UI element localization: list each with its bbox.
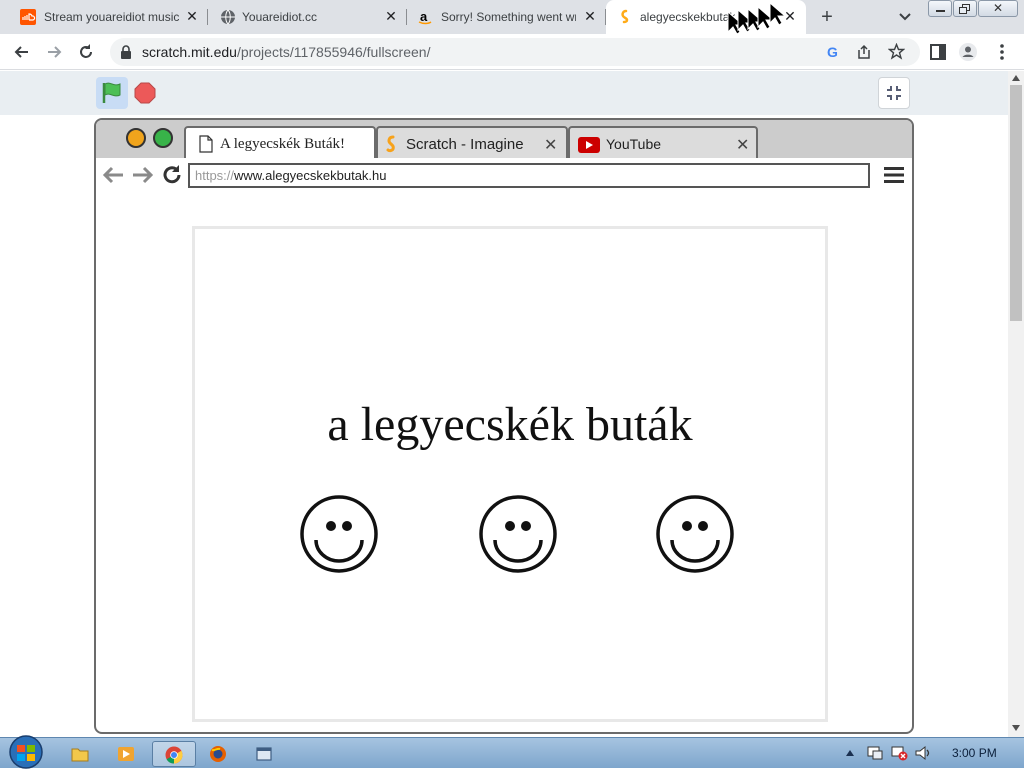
svg-text:a: a bbox=[420, 9, 428, 24]
back-arrow-icon[interactable] bbox=[12, 42, 32, 62]
page-icon bbox=[199, 135, 213, 153]
exit-fullscreen-icon bbox=[887, 86, 901, 100]
window-dot-orange-icon bbox=[126, 128, 146, 148]
fake-tab-scratch[interactable]: Scratch - Imagine ✕ bbox=[376, 126, 568, 160]
scroll-down-icon[interactable] bbox=[1012, 725, 1020, 731]
media-player-icon bbox=[118, 747, 134, 761]
forward-arrow-icon[interactable] bbox=[44, 42, 64, 62]
browser-tab-youareidiot[interactable]: Youareidiot.cc ✕ bbox=[208, 0, 407, 34]
taskbar-firefox[interactable] bbox=[198, 741, 238, 767]
volume-icon[interactable] bbox=[914, 745, 932, 761]
taskbar-clock[interactable]: 3:00 PM bbox=[952, 746, 997, 760]
stage-fake-browser: A legyecskék Buták! Scratch - Imagine ✕ … bbox=[94, 118, 914, 734]
url-text: scratch.mit.edu/projects/117855946/fulls… bbox=[142, 44, 431, 60]
close-tab-icon[interactable]: ✕ bbox=[383, 8, 399, 24]
svg-text:G: G bbox=[827, 44, 838, 60]
green-flag-icon bbox=[102, 82, 121, 103]
reload-icon[interactable] bbox=[76, 42, 96, 62]
back-arrow-icon[interactable] bbox=[102, 166, 124, 184]
scroll-up-icon[interactable] bbox=[1012, 75, 1020, 81]
taskbar-window[interactable] bbox=[244, 741, 284, 767]
taskbar-explorer[interactable] bbox=[60, 741, 100, 767]
restore-window-button[interactable] bbox=[953, 0, 977, 17]
tab-title: Stream youareidiot music bbox=[44, 10, 179, 24]
tab-title: alegyecskekbutak bbox=[640, 10, 735, 24]
browser-toolbar: scratch.mit.edu/projects/117855946/fulls… bbox=[0, 34, 1024, 70]
page-headline: a legyecskék buták bbox=[327, 398, 693, 451]
window-icon bbox=[256, 747, 272, 761]
network-error-icon[interactable] bbox=[890, 745, 908, 761]
soundcloud-icon bbox=[20, 9, 36, 25]
close-tab-icon[interactable]: ✕ bbox=[736, 135, 749, 155]
fake-page-content: a legyecskék buták bbox=[192, 226, 828, 722]
chrome-icon bbox=[165, 746, 183, 764]
address-bar[interactable]: scratch.mit.edu/projects/117855946/fulls… bbox=[110, 38, 920, 66]
forward-arrow-icon[interactable] bbox=[132, 166, 154, 184]
fake-browser-navbar: https://www.alegyecskekbutak.hu bbox=[96, 158, 912, 210]
close-window-button[interactable]: ✕ bbox=[978, 0, 1018, 17]
globe-icon bbox=[221, 9, 235, 25]
fake-address-bar[interactable]: https://www.alegyecskekbutak.hu bbox=[188, 163, 870, 188]
scratch-icon bbox=[621, 9, 629, 24]
smiley-face-icon bbox=[656, 495, 734, 573]
scratch-icon bbox=[386, 135, 395, 153]
youtube-icon bbox=[578, 137, 600, 153]
fake-tab-title: A legyecskék Buták! bbox=[220, 136, 345, 152]
scratch-player-header bbox=[0, 71, 1008, 115]
window-dot-green-icon bbox=[153, 128, 173, 148]
close-tab-icon[interactable]: ✕ bbox=[184, 8, 200, 24]
fake-tab-title: Scratch - Imagine bbox=[406, 136, 524, 153]
tab-title: Youareidiot.cc bbox=[242, 10, 317, 24]
fake-browser-chrome: A legyecskék Buták! Scratch - Imagine ✕ … bbox=[96, 120, 912, 210]
tray-expand-icon[interactable] bbox=[845, 749, 855, 757]
browser-tab-amazon[interactable]: a Sorry! Something went wrong ✕ bbox=[407, 0, 606, 34]
hamburger-menu-icon[interactable] bbox=[884, 166, 904, 184]
new-tab-button[interactable]: + bbox=[816, 6, 838, 28]
green-flag-button[interactable] bbox=[96, 77, 128, 109]
windows-taskbar: 3:00 PM bbox=[0, 734, 1024, 770]
side-panel-icon[interactable] bbox=[928, 42, 948, 62]
browser-tab-scratch-active[interactable]: alegyecskekbutak ✕ bbox=[606, 0, 806, 34]
exit-fullscreen-button[interactable] bbox=[878, 77, 910, 109]
smiley-face-icon bbox=[479, 495, 557, 573]
scrollbar-thumb[interactable] bbox=[1010, 85, 1022, 321]
lock-icon bbox=[121, 45, 131, 59]
action-center-icon[interactable] bbox=[866, 745, 884, 761]
share-icon[interactable] bbox=[856, 44, 872, 60]
google-lens-icon[interactable]: G bbox=[826, 44, 842, 60]
browser-menu-icon[interactable] bbox=[992, 42, 1012, 62]
minimize-window-button[interactable] bbox=[928, 0, 952, 17]
fake-tab-title: YouTube bbox=[606, 136, 662, 152]
folder-icon bbox=[71, 748, 89, 762]
reload-icon[interactable] bbox=[160, 163, 184, 187]
amazon-icon: a bbox=[418, 9, 432, 25]
fake-tab-youtube[interactable]: YouTube ✕ bbox=[568, 126, 758, 160]
tab-search-icon[interactable] bbox=[896, 8, 914, 26]
close-tab-icon[interactable]: ✕ bbox=[582, 8, 598, 24]
close-tab-icon[interactable]: ✕ bbox=[544, 135, 557, 155]
firefox-icon bbox=[210, 746, 226, 762]
stop-icon[interactable] bbox=[134, 82, 156, 104]
bookmark-star-icon[interactable] bbox=[888, 43, 905, 60]
browser-tab-soundcloud[interactable]: Stream youareidiot music ✕ bbox=[0, 0, 208, 34]
tab-title: Sorry! Something went wrong bbox=[441, 10, 576, 24]
cursor-trail-icon bbox=[727, 2, 787, 34]
browser-tab-strip: Stream youareidiot music ✕ Youareidiot.c… bbox=[0, 0, 1024, 34]
page-scrollbar[interactable] bbox=[1008, 71, 1024, 737]
fake-tab-legyecskek[interactable]: A legyecskék Buták! bbox=[184, 126, 376, 162]
taskbar-media-player[interactable] bbox=[106, 741, 146, 767]
taskbar-chrome[interactable] bbox=[152, 741, 196, 767]
windows-start-icon[interactable] bbox=[6, 734, 46, 770]
profile-avatar-icon[interactable] bbox=[958, 42, 978, 62]
smiley-face-icon bbox=[300, 495, 378, 573]
